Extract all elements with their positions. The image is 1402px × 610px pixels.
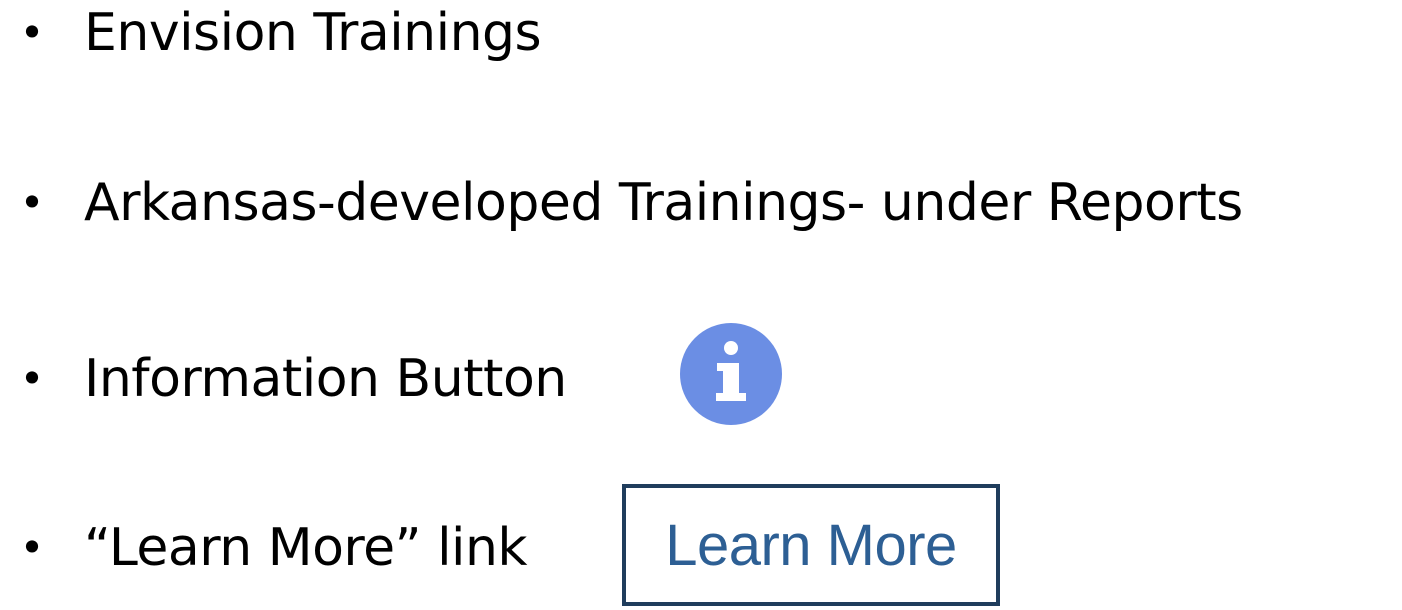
item-label: Arkansas-developed Trainings- under Repo… [84, 173, 1243, 233]
item-label: Envision Trainings [84, 3, 542, 63]
bullet: • [19, 354, 45, 403]
item-label: “Learn More” link [84, 518, 528, 578]
bullet: • [19, 178, 45, 227]
learn-more-button[interactable]: Learn More [622, 484, 1000, 606]
info-icon[interactable] [680, 323, 782, 425]
list-item-arkansas-trainings: • Arkansas-developed Trainings- under Re… [0, 160, 1402, 246]
bullet: • [19, 523, 45, 572]
info-glyph [716, 341, 746, 401]
list-item-envision-trainings: • Envision Trainings [0, 0, 900, 76]
item-label: Information Button [84, 349, 567, 409]
bullet: • [19, 8, 45, 57]
learn-more-label: Learn More [665, 512, 957, 578]
bullet-list: • Envision Trainings • Arkansas-develope… [0, 0, 1402, 610]
